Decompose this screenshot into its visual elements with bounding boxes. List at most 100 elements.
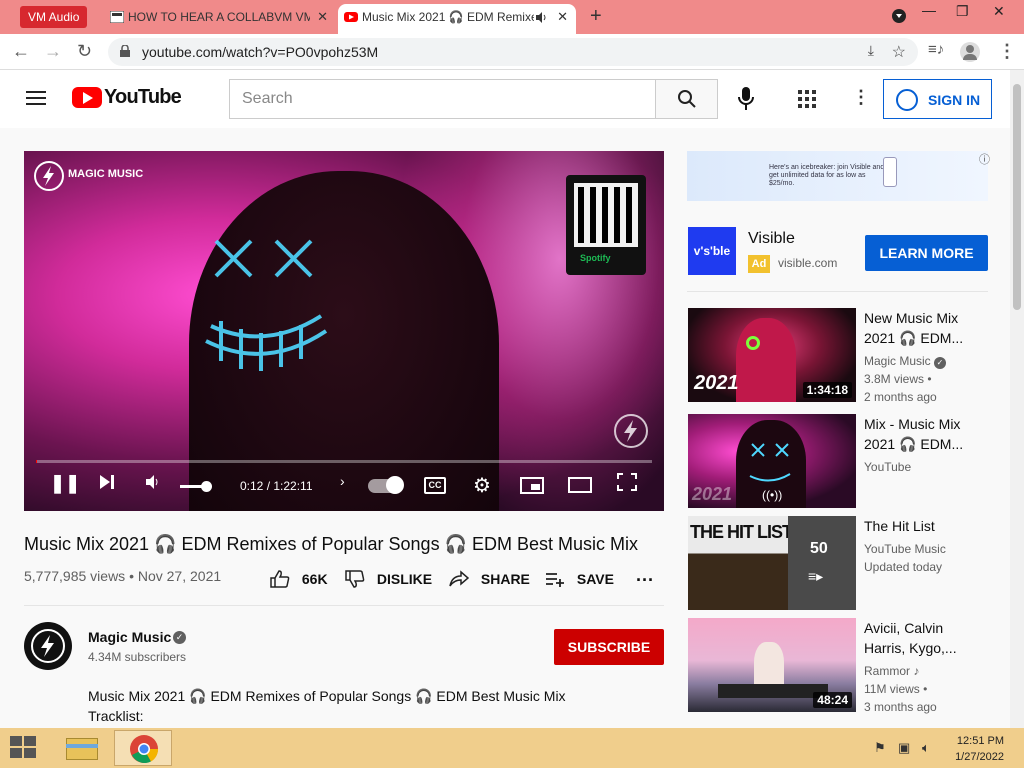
sign-in-button[interactable]: SIGN IN bbox=[883, 79, 992, 119]
description-line: Tracklist: bbox=[88, 708, 144, 724]
subscriber-count: 4.34M subscribers bbox=[88, 650, 187, 664]
description: Music Mix 2021 🎧 EDM Remixes of Popular … bbox=[88, 686, 566, 726]
subscribe-button[interactable]: SUBSCRIBE bbox=[554, 629, 664, 665]
video-title[interactable]: Mix - Music Mix 2021 🎧 EDM... bbox=[864, 414, 984, 454]
playlist-title[interactable]: The Hit List bbox=[864, 516, 984, 536]
video-title[interactable]: Avicii, Calvin Harris, Kygo,... bbox=[864, 618, 984, 658]
menu-icon[interactable] bbox=[26, 91, 46, 105]
progress-bar[interactable] bbox=[36, 460, 652, 463]
page-favicon-icon bbox=[110, 11, 124, 23]
audio-playing-icon[interactable] bbox=[536, 12, 548, 23]
search-input[interactable]: Search bbox=[229, 79, 656, 119]
share-label: SHARE bbox=[480, 571, 530, 587]
dislike-label: DISLIKE bbox=[376, 571, 433, 587]
clock-date: 1/27/2022 bbox=[955, 751, 1004, 763]
search-icon bbox=[678, 90, 696, 108]
recommendation-item[interactable]: 2021 1:34:18 New Music Mix 2021 🎧 EDM...… bbox=[688, 308, 1008, 404]
speaker-icon[interactable]: 🔈︎ bbox=[922, 740, 930, 756]
pause-icon[interactable]: ❚❚ bbox=[50, 473, 80, 494]
media-control-icon[interactable]: ≡♪ bbox=[928, 41, 944, 58]
close-window-icon[interactable]: ✕ bbox=[993, 3, 1005, 20]
video-player[interactable]: MAGIC MUSIC Spotify ❚❚ 0:12 / 1:22:11 › … bbox=[24, 151, 664, 511]
captions-icon[interactable]: CC bbox=[424, 477, 446, 494]
browser-menu-icon[interactable]: ⋮ bbox=[998, 41, 1016, 62]
channel-name[interactable]: Magic Music bbox=[88, 629, 171, 645]
playlist-thumbnail[interactable]: THE HIT LIST 50 ≡▸ bbox=[688, 516, 856, 610]
page-scrollbar[interactable] bbox=[1010, 70, 1024, 728]
video-views-date: 5,777,985 views • Nov 27, 2021 bbox=[24, 568, 222, 584]
miniplayer-icon[interactable] bbox=[520, 477, 544, 494]
network-icon[interactable]: ▣ bbox=[898, 740, 910, 756]
fullscreen-icon[interactable] bbox=[617, 473, 637, 496]
volume-knob[interactable] bbox=[201, 481, 212, 492]
apps-grid-icon[interactable] bbox=[798, 90, 816, 108]
mix-thumbnail[interactable]: 2021 ((•)) bbox=[688, 414, 856, 508]
vm-audio-badge[interactable]: VM Audio bbox=[20, 6, 88, 28]
video-thumbnail[interactable]: 2021 1:34:18 bbox=[688, 308, 856, 402]
video-age: 2 months ago bbox=[864, 390, 937, 404]
profile-avatar-icon[interactable] bbox=[960, 42, 980, 62]
chrome-taskbar-icon[interactable] bbox=[114, 730, 172, 766]
recommendation-item[interactable]: 2021 ((•)) Mix - Music Mix 2021 🎧 EDM...… bbox=[688, 414, 1008, 508]
save-button[interactable]: SAVE bbox=[545, 570, 614, 588]
qr-code[interactable]: Spotify bbox=[566, 175, 646, 275]
video-duration: 48:24 bbox=[813, 692, 852, 708]
learn-more-button[interactable]: LEARN MORE bbox=[865, 235, 988, 271]
back-icon[interactable]: ← bbox=[12, 41, 30, 62]
tab-collabvm[interactable]: HOW TO HEAR A COLLABVM VM ✕ bbox=[104, 4, 336, 34]
divider bbox=[687, 291, 988, 292]
address-bar[interactable]: youtube.com/watch?v=PO0vpohz53M ⤓ ☆ bbox=[108, 38, 918, 66]
watermark-icon[interactable] bbox=[614, 414, 648, 448]
reload-icon[interactable]: ↻ bbox=[77, 41, 92, 62]
playlist-count: 50 bbox=[810, 540, 828, 557]
channel-avatar[interactable] bbox=[24, 622, 72, 670]
sign-in-label: SIGN IN bbox=[928, 92, 981, 108]
dislike-button[interactable]: DISLIKE bbox=[345, 570, 432, 588]
video-thumbnail[interactable]: 48:24 bbox=[688, 618, 856, 712]
youtube-logo-icon[interactable] bbox=[72, 87, 102, 108]
video-title[interactable]: New Music Mix 2021 🎧 EDM... bbox=[864, 308, 984, 348]
tab-close-icon[interactable]: ✕ bbox=[557, 4, 568, 30]
theater-mode-icon[interactable] bbox=[568, 477, 592, 493]
file-explorer-icon[interactable] bbox=[52, 730, 110, 766]
tab-title: HOW TO HEAR A COLLABVM VM bbox=[128, 10, 310, 24]
ad-banner[interactable]: Here's an icebreaker: join Visible and g… bbox=[687, 151, 990, 201]
youtube-logo-text[interactable]: YouTube bbox=[104, 86, 182, 109]
thumbs-down-icon bbox=[345, 570, 365, 588]
tab-music-mix[interactable]: Music Mix 2021 🎧 EDM Remixes ✕ bbox=[338, 4, 576, 34]
ad-info-icon[interactable]: ⓘ bbox=[979, 151, 990, 167]
volume-icon[interactable] bbox=[144, 473, 162, 496]
bookmark-star-icon[interactable]: ☆ bbox=[892, 42, 906, 62]
settings-gear-icon[interactable]: ⚙ bbox=[473, 473, 491, 498]
install-icon[interactable]: ⤓ bbox=[868, 42, 874, 59]
forward-icon[interactable]: → bbox=[44, 41, 62, 62]
neon-mask bbox=[205, 239, 328, 371]
restore-icon[interactable]: ❐ bbox=[956, 3, 969, 20]
more-actions-icon[interactable]: ··· bbox=[636, 570, 654, 591]
url-text: youtube.com/watch?v=PO0vpohz53M bbox=[142, 44, 379, 60]
recommendation-item[interactable]: 48:24 Avicii, Calvin Harris, Kygo,... Ra… bbox=[688, 618, 1008, 714]
volume-slider[interactable] bbox=[180, 481, 212, 492]
new-tab-button[interactable]: + bbox=[590, 5, 602, 28]
next-icon[interactable] bbox=[98, 473, 116, 496]
share-button[interactable]: SHARE bbox=[449, 570, 530, 588]
advertiser-name[interactable]: Visible bbox=[748, 230, 795, 248]
recommendation-item[interactable]: THE HIT LIST 50 ≡▸ The Hit List YouTube … bbox=[688, 516, 1008, 610]
tab-close-icon[interactable]: ✕ bbox=[317, 4, 328, 30]
start-button-icon[interactable] bbox=[10, 736, 38, 760]
search-button[interactable] bbox=[655, 79, 718, 119]
visible-logo[interactable]: v's'ble bbox=[688, 227, 736, 275]
chapter-chevron-icon[interactable]: › bbox=[340, 473, 345, 489]
video-duration: 1:34:18 bbox=[802, 382, 852, 398]
minimize-icon[interactable]: — bbox=[922, 2, 936, 18]
system-clock[interactable]: 12:51 PM 1/27/2022 bbox=[955, 733, 1004, 765]
like-button[interactable]: 66K bbox=[270, 570, 328, 588]
verified-check-icon: ✓ bbox=[173, 631, 186, 644]
thumbnail-text: 2021 bbox=[692, 484, 733, 504]
tab-search-icon[interactable] bbox=[891, 8, 907, 27]
settings-more-icon[interactable]: ⋮ bbox=[852, 87, 870, 108]
autoplay-toggle[interactable] bbox=[368, 476, 404, 494]
scrollbar-thumb[interactable] bbox=[1013, 84, 1021, 310]
microphone-icon[interactable] bbox=[736, 86, 756, 112]
action-center-flag-icon[interactable]: ⚑ bbox=[874, 740, 886, 756]
